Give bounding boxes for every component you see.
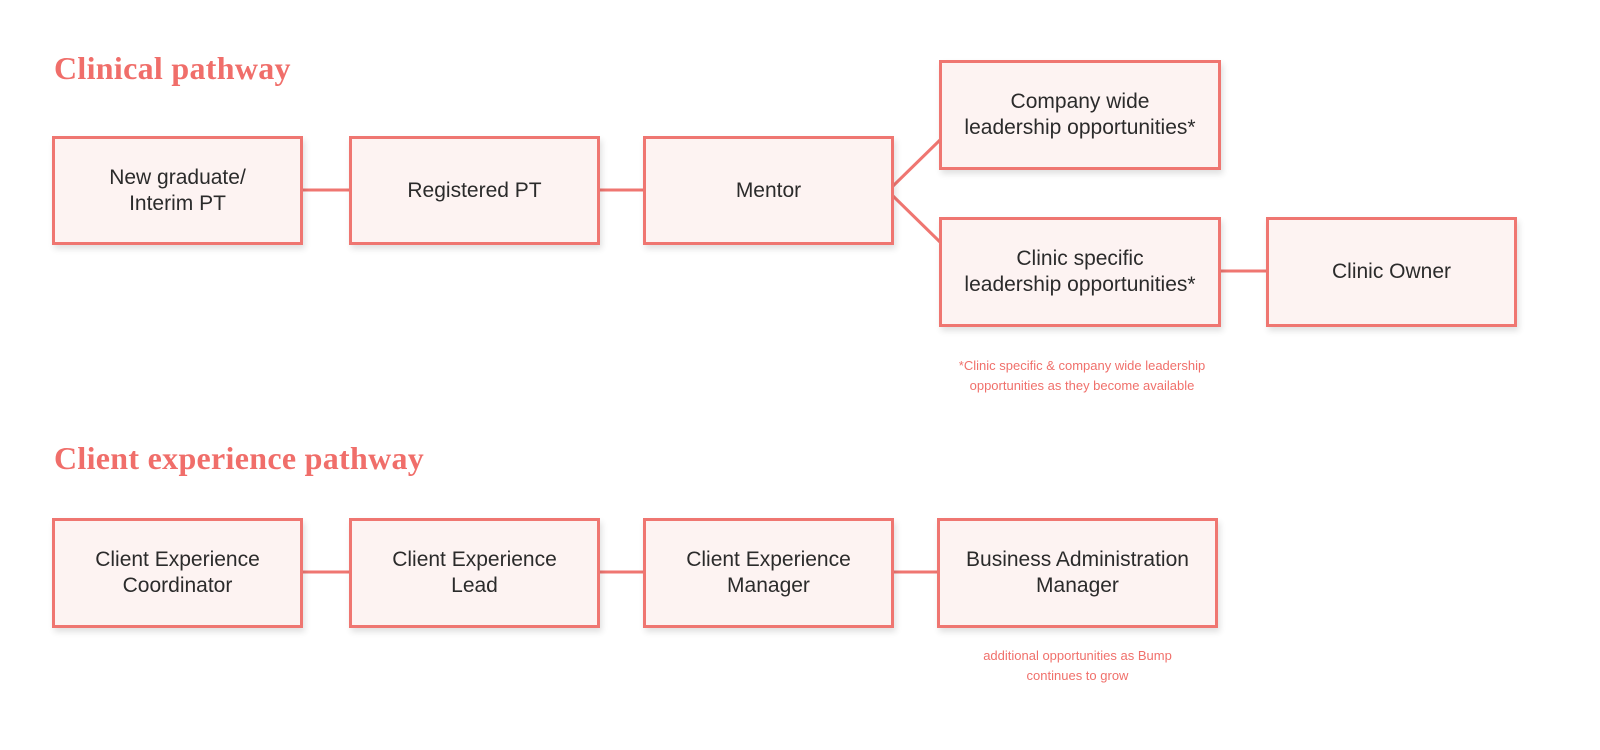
node-label: Company wide leadership opportunities* (964, 90, 1196, 139)
node-ce-coordinator: Client Experience Coordinator (52, 518, 303, 628)
edge-mentor-company-wide (891, 138, 942, 188)
node-registered-pt: Registered PT (349, 136, 600, 245)
client-footnote: additional opportunities as Bump continu… (983, 648, 1172, 683)
node-new-graduate: New graduate/ Interim PT (52, 136, 303, 245)
node-clinic-specific-leadership: Clinic specific leadership opportunities… (939, 217, 1221, 327)
node-ce-manager: Client Experience Manager (643, 518, 894, 628)
node-label: Registered PT (407, 178, 542, 202)
node-clinic-owner: Clinic Owner (1266, 217, 1517, 327)
node-label: Mentor (735, 178, 802, 202)
node-label: Clinic specific leadership opportunities… (964, 247, 1196, 296)
connectors (302, 138, 1266, 574)
node-label: New graduate/ Interim PT (109, 165, 246, 215)
node-label: Clinic Owner (1331, 260, 1452, 283)
node-label: Client Experience Coordinator (95, 548, 260, 597)
clinical-footnote: *Clinic specific & company wide leadersh… (958, 358, 1206, 393)
edge-mentor-clinic-specific (891, 194, 942, 244)
node-ba-manager: Business Administration Manager (937, 518, 1218, 628)
node-mentor: Mentor (643, 136, 894, 245)
client-pathway-title: Client experience pathway (54, 440, 425, 476)
node-company-wide-leadership: Company wide leadership opportunities* (939, 60, 1221, 170)
node-ce-lead: Client Experience Lead (349, 518, 600, 628)
node-label: Client Experience Manager (686, 548, 851, 597)
node-label: Business Administration Manager (966, 548, 1189, 597)
node-label: Client Experience Lead (392, 548, 557, 597)
clinical-pathway-title: Clinical pathway (54, 50, 291, 86)
